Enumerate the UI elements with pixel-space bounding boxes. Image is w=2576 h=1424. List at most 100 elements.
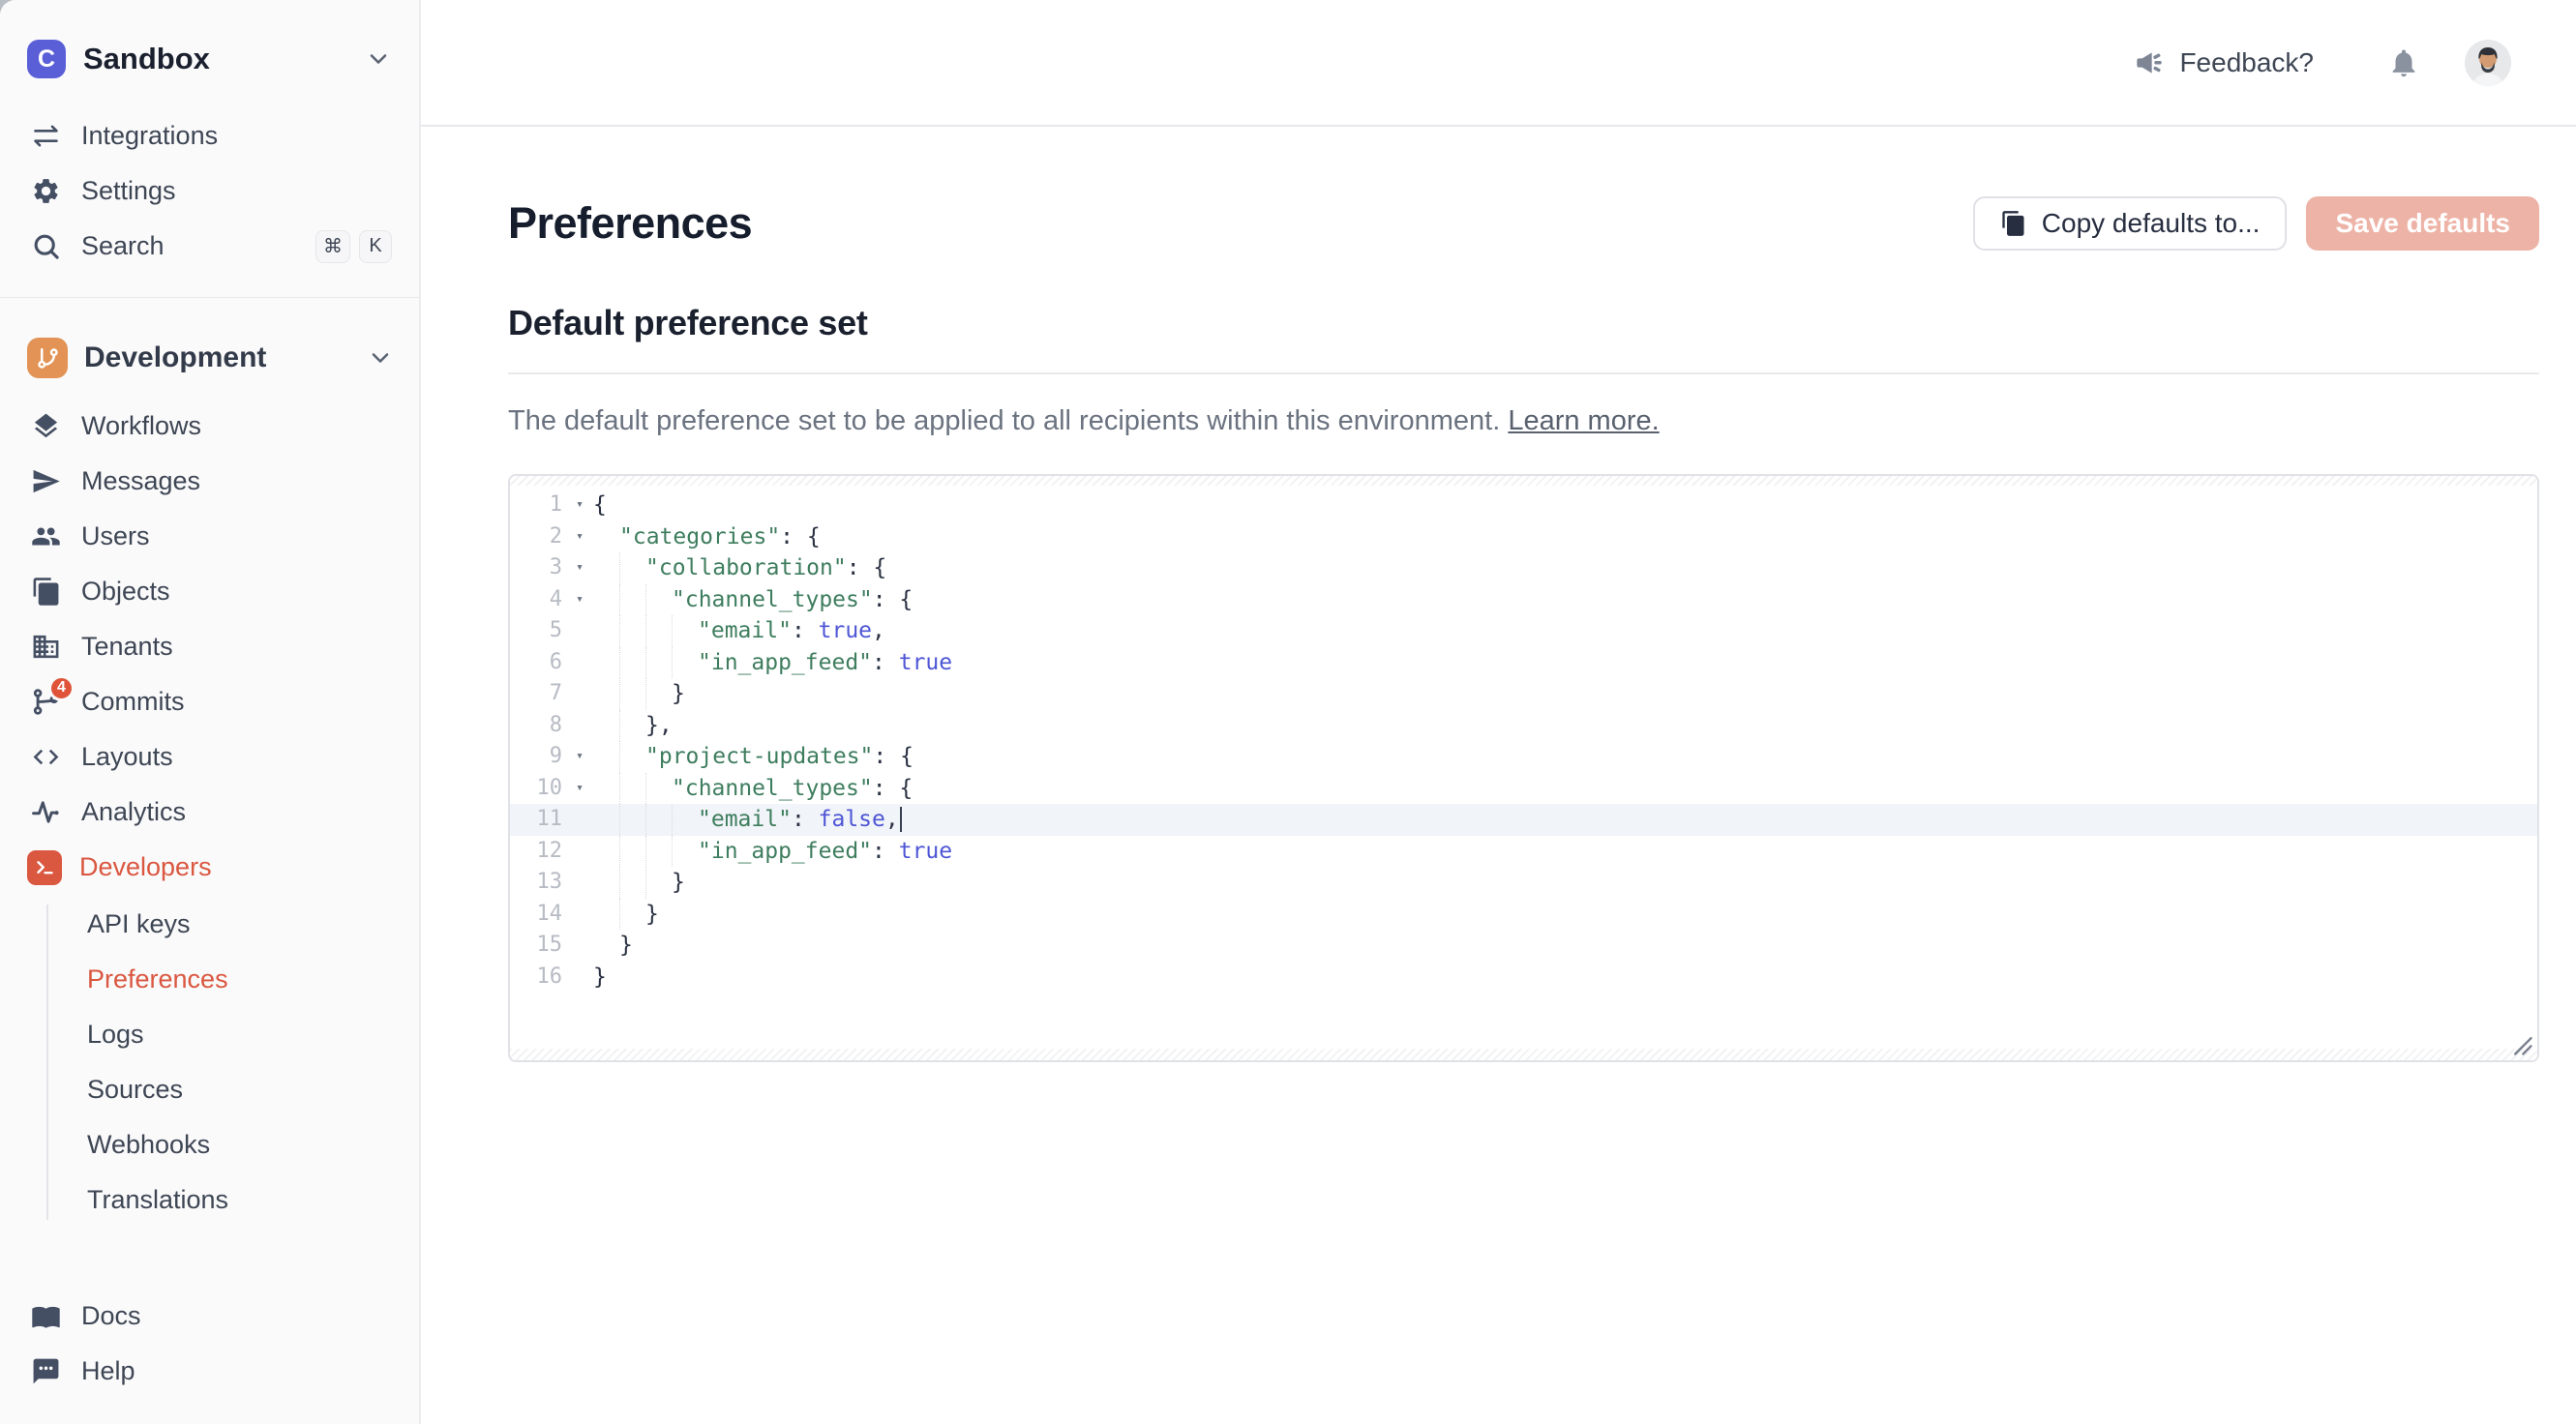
line-number: 5 — [510, 615, 566, 647]
sidebar-item-analytics[interactable]: Analytics — [0, 785, 419, 840]
line-number: 6 — [510, 647, 566, 679]
line-number: 11 — [510, 804, 566, 836]
sidebar-divider — [0, 297, 419, 298]
sidebar-item-webhooks[interactable]: Webhooks — [0, 1117, 419, 1172]
code-line-8: 8}, — [510, 710, 2537, 742]
sidebar-item-users[interactable]: Users — [0, 509, 419, 564]
workspace-name: Sandbox — [83, 42, 347, 76]
sidebar-bottom-nav: Docs Help — [0, 1289, 419, 1399]
sidebar-item-settings[interactable]: Settings — [0, 163, 419, 219]
environment-branch-icon — [27, 338, 68, 378]
docs-icon — [27, 1298, 64, 1335]
workflows-icon — [27, 408, 64, 445]
line-number: 16 — [510, 962, 566, 994]
sidebar-item-label: Webhooks — [87, 1130, 210, 1160]
sidebar-item-docs[interactable]: Docs — [0, 1289, 419, 1344]
notifications-bell-icon[interactable] — [2387, 46, 2420, 79]
sidebar-item-tenants[interactable]: Tenants — [0, 619, 419, 674]
line-number: 14 — [510, 899, 566, 931]
layouts-icon — [27, 739, 64, 776]
sidebar-item-help[interactable]: Help — [0, 1344, 419, 1399]
sidebar-item-developers[interactable]: Developers — [0, 840, 419, 895]
feedback-label: Feedback? — [2179, 47, 2314, 78]
code-line-10: 10▾"channel_types": { — [510, 773, 2537, 805]
code-content: "in_app_feed": true — [593, 647, 952, 679]
sidebar-item-label: Messages — [81, 466, 200, 496]
sidebar-item-label: Settings — [81, 176, 176, 206]
code-content: "email": false, — [593, 804, 902, 836]
fold-arrow-icon[interactable]: ▾ — [566, 490, 593, 521]
sidebar-item-label: Translations — [87, 1185, 228, 1215]
messages-icon — [27, 463, 64, 500]
sidebar-item-logs[interactable]: Logs — [0, 1007, 419, 1062]
megaphone-icon — [2134, 47, 2165, 78]
sidebar-item-label: Tenants — [81, 632, 173, 662]
sidebar-item-label: Analytics — [81, 797, 186, 827]
code-line-7: 7} — [510, 678, 2537, 710]
editor-bottom-filler — [510, 1049, 2537, 1060]
fold-arrow-icon[interactable]: ▾ — [566, 584, 593, 616]
fold-arrow-icon[interactable]: ▾ — [566, 773, 593, 805]
code-line-13: 13} — [510, 867, 2537, 899]
line-number: 9 — [510, 741, 566, 773]
sidebar-item-objects[interactable]: Objects — [0, 564, 419, 619]
line-number: 2 — [510, 521, 566, 553]
resize-handle-icon[interactable] — [2507, 1030, 2534, 1057]
objects-icon — [27, 574, 64, 610]
sidebar-item-workflows[interactable]: Workflows — [0, 399, 419, 454]
sidebar-item-layouts[interactable]: Layouts — [0, 729, 419, 785]
line-number: 12 — [510, 836, 566, 868]
environment-switcher[interactable]: Development — [0, 329, 419, 387]
fold-arrow-icon[interactable]: ▾ — [566, 521, 593, 553]
code-line-15: 15} — [510, 930, 2537, 962]
keyboard-shortcut: ⌘K — [315, 230, 392, 263]
line-number: 13 — [510, 867, 566, 899]
sidebar-item-commits[interactable]: 4Commits — [0, 674, 419, 729]
sidebar-item-messages[interactable]: Messages — [0, 454, 419, 509]
text-cursor — [900, 807, 902, 832]
sidebar-item-search[interactable]: Search⌘K — [0, 219, 419, 274]
copy-defaults-button[interactable]: Copy defaults to... — [1973, 196, 2288, 251]
code-content: } — [593, 899, 659, 931]
code-content: "project-updates": { — [593, 741, 914, 773]
learn-more-link[interactable]: Learn more. — [1508, 405, 1659, 436]
top-bar: Feedback? — [421, 0, 2576, 127]
workspace-switcher[interactable]: C Sandbox — [0, 35, 419, 83]
code-line-2: 2▾"categories": { — [510, 521, 2537, 553]
json-editor[interactable]: 1▾{2▾"categories": {3▾"collaboration": {… — [508, 474, 2539, 1062]
main-area: Feedback? Preferences Copy defaults to..… — [421, 0, 2576, 1424]
sidebar-item-label: Workflows — [81, 411, 201, 441]
line-number: 1 — [510, 490, 566, 521]
sidebar-item-translations[interactable]: Translations — [0, 1172, 419, 1228]
sidebar-item-label: Commits — [81, 687, 185, 717]
code-content: } — [593, 678, 685, 710]
code-line-6: 6 "in_app_feed": true — [510, 647, 2537, 679]
sidebar-item-integrations[interactable]: Integrations — [0, 108, 419, 163]
sidebar-item-label: Docs — [81, 1301, 141, 1331]
help-icon — [27, 1353, 64, 1390]
code-line-1: 1▾{ — [510, 490, 2537, 521]
section-divider — [508, 372, 2539, 374]
sidebar-item-label: API keys — [87, 909, 191, 939]
sidebar-item-api-keys[interactable]: API keys — [0, 897, 419, 952]
feedback-button[interactable]: Feedback? — [2134, 47, 2314, 78]
page-title: Preferences — [508, 198, 752, 249]
save-defaults-button[interactable]: Save defaults — [2306, 196, 2539, 251]
fold-arrow-icon[interactable]: ▾ — [566, 741, 593, 773]
users-icon — [27, 519, 64, 555]
section-description: The default preference set to be applied… — [508, 405, 2539, 437]
developers-subnav: API keys PreferencesLogsSources Webhooks Tr… — [0, 897, 419, 1228]
sidebar-item-sources[interactable]: Sources — [0, 1062, 419, 1117]
code-line-11: 11 "email": false, — [510, 804, 2537, 836]
fold-arrow-icon[interactable]: ▾ — [566, 552, 593, 584]
content: Preferences Copy defaults to... Save def… — [421, 127, 2576, 1062]
search-icon — [27, 228, 64, 265]
sidebar-item-preferences[interactable]: Preferences — [0, 952, 419, 1007]
line-number: 7 — [510, 678, 566, 710]
line-number: 4 — [510, 584, 566, 616]
sidebar: C Sandbox Integrations Settings Search⌘K D… — [0, 0, 421, 1424]
workspace-logo: C — [27, 40, 66, 78]
keycap: K — [359, 230, 392, 263]
user-avatar[interactable] — [2465, 40, 2511, 86]
settings-icon — [27, 173, 64, 210]
